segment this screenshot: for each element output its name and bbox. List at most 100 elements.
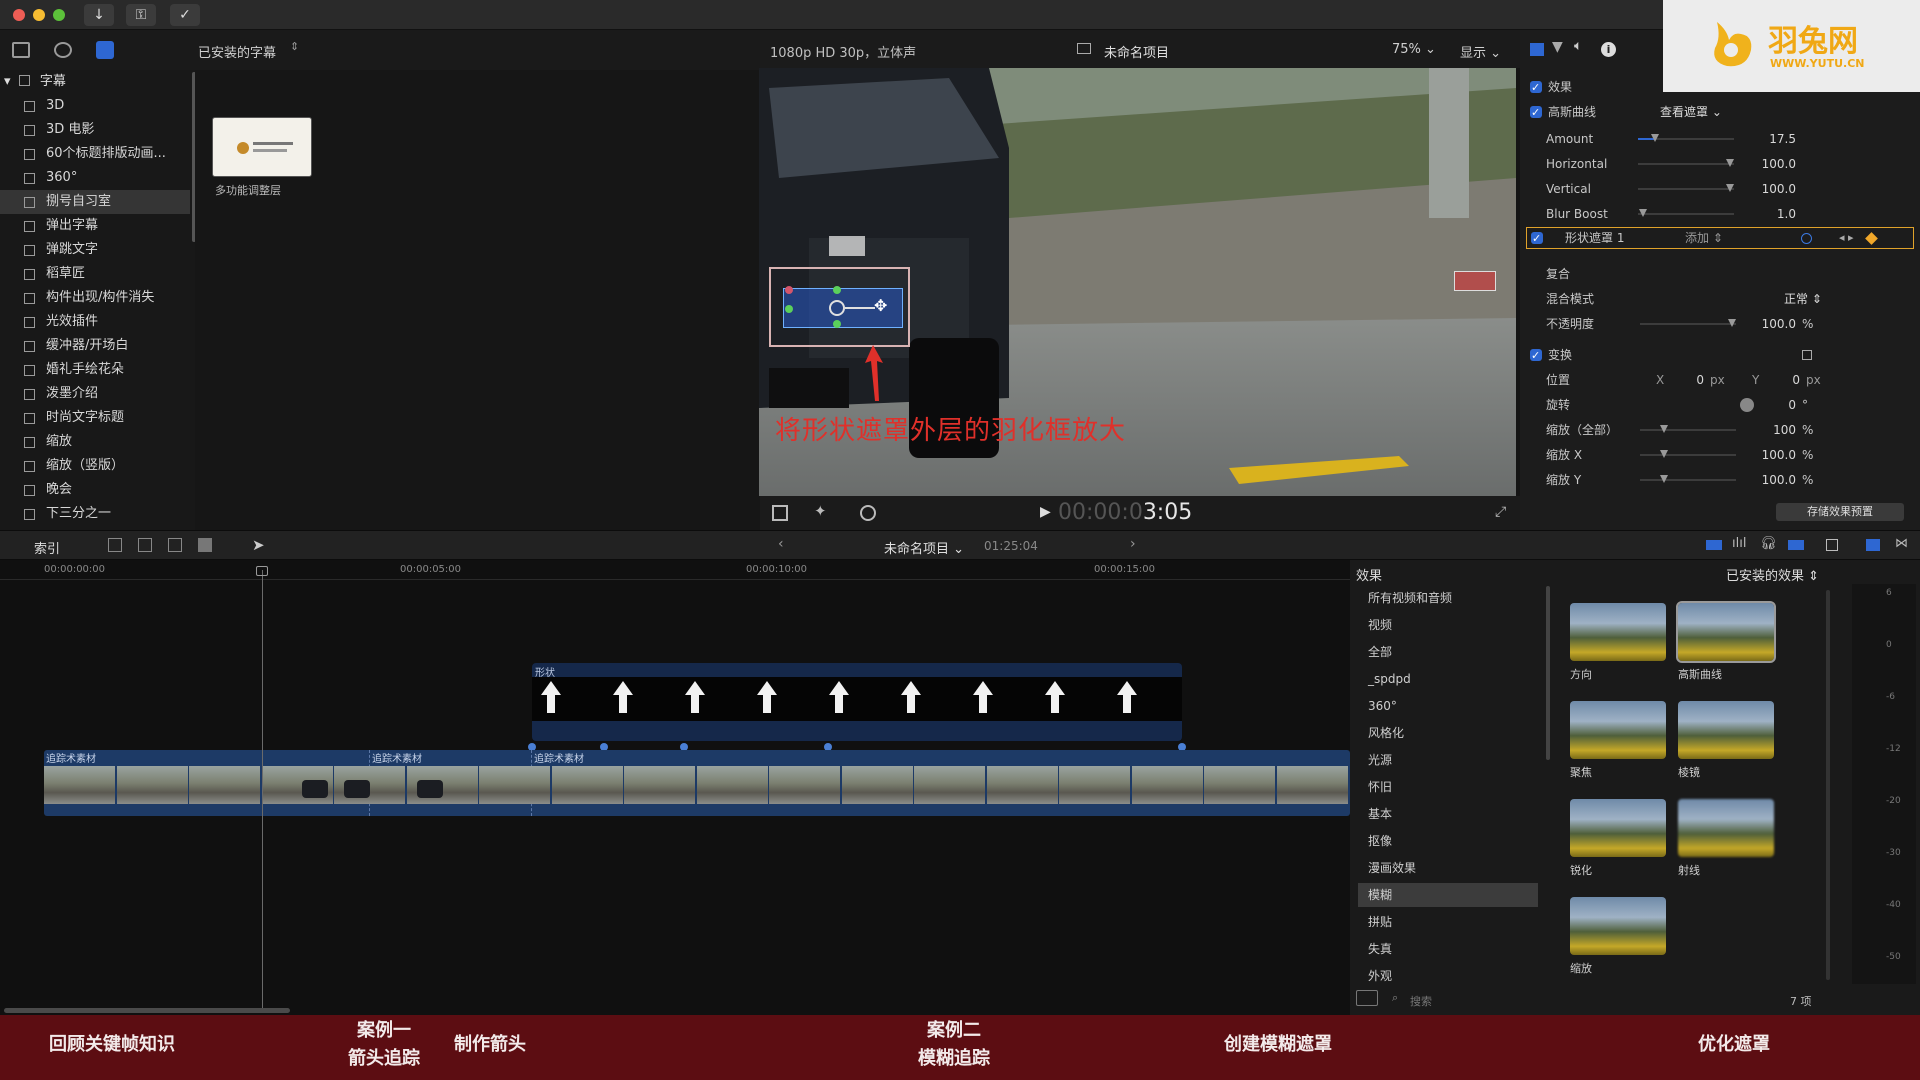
color-inspector-icon[interactable]: ▼ bbox=[1552, 39, 1563, 55]
effect-thumbnail[interactable] bbox=[1570, 701, 1666, 759]
sidebar-item[interactable]: 时尚文字标题 bbox=[0, 406, 190, 430]
timeline-scrollbar[interactable] bbox=[4, 1008, 290, 1013]
timeline-ruler[interactable]: 00:00:00:00 00:00:05:00 00:00:10:00 00:0… bbox=[0, 560, 1350, 580]
effects-category-item[interactable]: 全部 bbox=[1358, 640, 1538, 664]
append-clip-icon[interactable] bbox=[168, 538, 182, 552]
close-window-button[interactable] bbox=[13, 9, 25, 21]
opacity-value[interactable]: 100.0 bbox=[1736, 312, 1796, 336]
sidebar-item[interactable]: 3D 电影 bbox=[0, 118, 190, 142]
effects-category-item[interactable]: _spdpd bbox=[1358, 667, 1538, 691]
headphones-icon[interactable]: 🎧︎ bbox=[1760, 536, 1777, 551]
effect-thumbnail[interactable] bbox=[1570, 897, 1666, 955]
title-clip[interactable]: 形状 bbox=[532, 663, 1182, 741]
mask-handle[interactable] bbox=[785, 305, 793, 313]
effects-category-item[interactable]: 外观 bbox=[1358, 964, 1538, 988]
sidebar-item[interactable]: 缓冲器/开场白 bbox=[0, 334, 190, 358]
rotation-dial[interactable] bbox=[1740, 398, 1754, 412]
scale-x-slider[interactable] bbox=[1640, 450, 1736, 458]
sidebar-item[interactable]: 弹出字幕 bbox=[0, 214, 190, 238]
background-tasks-icon[interactable]: ✓ bbox=[170, 4, 200, 26]
category-scrollbar[interactable] bbox=[1546, 586, 1550, 760]
effects-scrollbar[interactable] bbox=[1826, 590, 1830, 980]
sidebar-item[interactable]: 婚礼手绘花朵 bbox=[0, 358, 190, 382]
snapping-icon[interactable] bbox=[1788, 540, 1804, 550]
slider-thumb[interactable] bbox=[1660, 425, 1668, 433]
play-icon[interactable]: ▶ bbox=[1040, 504, 1051, 520]
slider-thumb[interactable] bbox=[1660, 475, 1668, 483]
scale-y-value[interactable]: 100.0 bbox=[1736, 468, 1796, 492]
sidebar-item[interactable]: 弹跳文字 bbox=[0, 238, 190, 262]
sidebar-item[interactable]: 缩放（竖版） bbox=[0, 454, 190, 478]
minimize-window-button[interactable] bbox=[33, 9, 45, 21]
chapter-item[interactable]: 创建模糊遮罩 bbox=[1188, 1031, 1368, 1059]
gaussian-checkbox[interactable] bbox=[1530, 101, 1542, 125]
effects-category-item[interactable]: 所有视频和音频 bbox=[1358, 586, 1538, 610]
disclosure-triangle-icon[interactable]: ▾ bbox=[4, 74, 11, 89]
sidebar-item[interactable]: 光效插件 bbox=[0, 310, 190, 334]
photos-audio-icon[interactable] bbox=[54, 42, 72, 58]
insert-clip-icon[interactable] bbox=[138, 538, 152, 552]
history-back-icon[interactable]: ‹ bbox=[778, 536, 784, 552]
opacity-slider[interactable] bbox=[1640, 319, 1736, 327]
view-mask-menu[interactable]: 查看遮罩 ⌄ bbox=[1660, 100, 1722, 124]
effects-search-input[interactable]: 搜索 bbox=[1410, 993, 1432, 1009]
keywords-icon[interactable]: ⚿ bbox=[126, 4, 156, 26]
shape-mask-checkbox[interactable] bbox=[1531, 227, 1543, 251]
mask-shape-icon[interactable] bbox=[1801, 233, 1812, 244]
title-thumbnail[interactable] bbox=[212, 117, 312, 177]
display-menu[interactable]: 显示 ⌄ bbox=[1460, 42, 1501, 61]
video-only-icon[interactable] bbox=[1706, 540, 1722, 550]
effect-thumbnail[interactable] bbox=[1676, 601, 1776, 663]
keyframe-icon[interactable] bbox=[1865, 232, 1878, 245]
keyframe-nav-icon[interactable]: ◂ ▸ bbox=[1839, 228, 1854, 248]
playhead-icon[interactable] bbox=[256, 566, 268, 576]
effects-category-item[interactable]: 怀旧 bbox=[1358, 775, 1538, 799]
titles-generators-icon[interactable] bbox=[96, 41, 114, 59]
clip-appearance-icon[interactable] bbox=[1826, 539, 1838, 551]
effects-browser-icon[interactable] bbox=[1866, 539, 1880, 551]
effects-category-item[interactable]: 漫画效果 bbox=[1358, 856, 1538, 880]
effect-thumbnail[interactable] bbox=[1570, 603, 1666, 661]
chapter-item[interactable]: 制作箭头 bbox=[400, 1031, 580, 1059]
mask-handle[interactable] bbox=[833, 286, 841, 294]
parameter-slider[interactable] bbox=[1638, 184, 1734, 192]
effects-category-item[interactable]: 视频 bbox=[1358, 613, 1538, 637]
rotation-value[interactable]: 0 bbox=[1756, 393, 1796, 417]
transform-checkbox[interactable] bbox=[1530, 344, 1542, 368]
sidebar-item[interactable]: 构件出现/构件消失 bbox=[0, 286, 190, 310]
effect-thumbnail[interactable] bbox=[1570, 799, 1666, 857]
slider-thumb[interactable] bbox=[1650, 134, 1659, 142]
browser-header-label[interactable]: 已安装的字幕 bbox=[198, 42, 276, 61]
effects-checkbox[interactable] bbox=[1530, 76, 1542, 100]
import-icon[interactable]: ↓ bbox=[84, 4, 114, 26]
parameter-slider[interactable] bbox=[1638, 209, 1734, 217]
transform-tool-icon[interactable] bbox=[772, 505, 788, 521]
tree-root-titles[interactable]: ▾ 字幕 bbox=[4, 70, 66, 94]
mask-center-handle[interactable] bbox=[829, 300, 845, 316]
select-tool-icon[interactable]: ➤ bbox=[252, 536, 265, 554]
video-viewer[interactable]: ✥ 将形状遮罩外层的羽化框放大 bbox=[759, 68, 1516, 496]
fullscreen-icon[interactable]: ⤢ bbox=[1495, 504, 1506, 520]
sidebar-toggle-icon[interactable] bbox=[1356, 990, 1378, 1006]
libraries-icon[interactable] bbox=[12, 42, 30, 58]
sidebar-item[interactable]: 下三分之一 bbox=[0, 502, 190, 526]
parameter-value[interactable]: 100.0 bbox=[1736, 177, 1796, 201]
effects-search-icon[interactable]: ⌕ bbox=[1392, 991, 1398, 1005]
sidebar-item[interactable]: 晚会 bbox=[0, 478, 190, 502]
audio-waveform-icon[interactable]: ılıl bbox=[1732, 536, 1746, 551]
chapter-item[interactable]: 回顾关键帧知识 bbox=[22, 1031, 202, 1059]
add-menu[interactable]: 添加 ⇕ bbox=[1685, 228, 1723, 248]
installed-effects-menu[interactable]: 已安装的效果 ⇕ bbox=[1726, 565, 1819, 584]
onscreen-control[interactable] bbox=[1454, 271, 1496, 291]
history-forward-icon[interactable]: › bbox=[1130, 536, 1136, 552]
pos-y-value[interactable]: 0 bbox=[1762, 368, 1800, 392]
sidebar-item[interactable]: 缩放 bbox=[0, 430, 190, 454]
enhance-icon[interactable]: ✦ bbox=[814, 502, 827, 520]
mask-rotation-handle[interactable] bbox=[845, 307, 875, 309]
timeline[interactable]: 00:00:00:00 00:00:05:00 00:00:10:00 00:0… bbox=[0, 560, 1350, 1015]
chapter-item[interactable]: 优化遮罩 bbox=[1644, 1031, 1824, 1059]
scale-all-value[interactable]: 100 bbox=[1736, 418, 1796, 442]
parameter-value[interactable]: 100.0 bbox=[1736, 152, 1796, 176]
zoom-window-button[interactable] bbox=[53, 9, 65, 21]
effects-category-item[interactable]: 模糊 bbox=[1358, 883, 1538, 907]
